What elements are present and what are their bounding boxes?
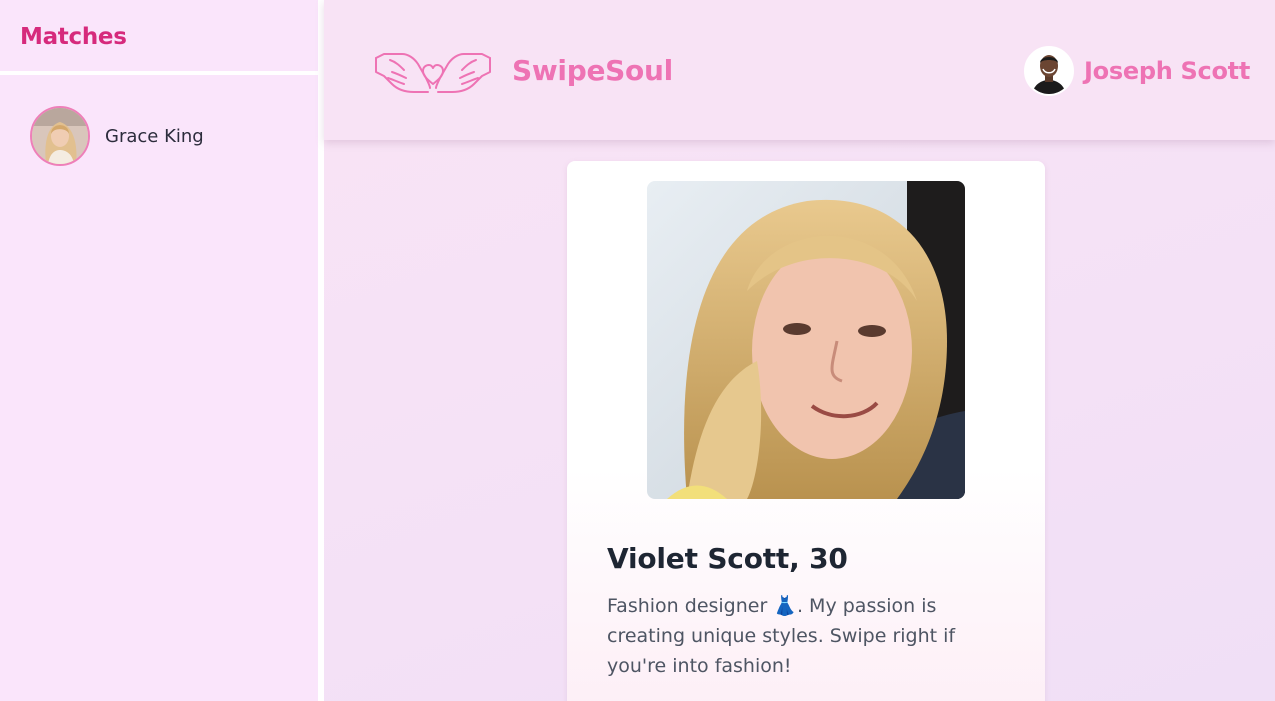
brand-name: SwipeSoul [512,54,673,87]
matches-sidebar: Matches Grace King [0,0,318,701]
match-avatar [30,106,90,166]
profile-bio: Fashion designer 👗. My passion is creati… [607,595,956,677]
sidebar-header: Matches [0,0,318,75]
sidebar-title: Matches [20,24,127,50]
app-window: Matches Grace King SwipeSoul Joseph Scot… [0,0,1275,701]
match-item[interactable]: Grace King [0,106,318,166]
profile-card[interactable]: Violet Scott, 30 Fashion designer 👗. My … [567,161,1045,701]
top-bar: SwipeSoul Joseph Scott [324,0,1275,140]
heart-hands-icon [375,53,491,93]
user-profile-button[interactable]: Joseph Scott [1024,46,1250,96]
user-name: Joseph Scott [1084,57,1250,85]
profile-name-age: Violet Scott, 30 [607,542,848,575]
profile-photo [647,181,965,499]
main-area: SwipeSoul Joseph Scott Violet Scott, 30 … [324,0,1275,701]
user-avatar [1024,46,1075,96]
match-name: Grace King [105,125,204,147]
